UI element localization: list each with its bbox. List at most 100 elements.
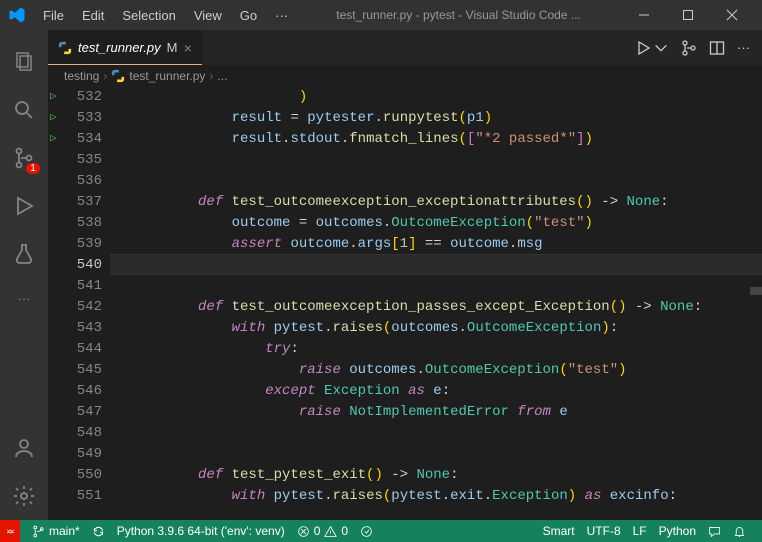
line-number: 546	[68, 381, 102, 402]
menu-file[interactable]: File	[36, 4, 71, 27]
breadcrumb-more[interactable]: ...	[217, 69, 227, 83]
language-status[interactable]: Python	[653, 524, 702, 538]
line-number: 537	[68, 192, 102, 213]
settings-gear-icon[interactable]	[0, 472, 48, 520]
run-test-glyph[interactable]: ▷	[50, 108, 68, 129]
code-line[interactable]	[110, 423, 762, 444]
code-line[interactable]	[110, 150, 762, 171]
line-number: 545	[68, 360, 102, 381]
remote-button[interactable]	[0, 520, 20, 542]
editor-code[interactable]: ▷▷▷ 532533534535536537538539540541542543…	[48, 87, 762, 520]
spaces-status[interactable]: Smart	[537, 524, 581, 538]
line-number: 539	[68, 234, 102, 255]
chevron-icon: ›	[103, 69, 107, 83]
line-number: 548	[68, 423, 102, 444]
menu-selection[interactable]: Selection	[115, 4, 182, 27]
line-number: 541	[68, 276, 102, 297]
python-file-icon	[58, 41, 72, 55]
code-line[interactable]	[110, 276, 762, 297]
breadcrumbs[interactable]: testing › test_runner.py › ...	[48, 65, 762, 87]
code-line[interactable]: assert outcome.args[1] == outcome.msg	[110, 234, 762, 255]
editor-area: test_runner.py M × ··· testing › test_ru…	[48, 30, 762, 520]
code-line[interactable]	[110, 444, 762, 465]
code-line[interactable]: try:	[110, 339, 762, 360]
tab-modified-indicator: M	[167, 40, 178, 55]
python-file-icon	[111, 69, 125, 83]
line-number: 543	[68, 318, 102, 339]
run-test-glyph[interactable]: ▷	[50, 129, 68, 150]
code-line[interactable]	[110, 254, 762, 275]
source-control-icon[interactable]: 1	[0, 134, 48, 182]
line-number: 540	[68, 255, 102, 276]
python-interpreter[interactable]: Python 3.9.6 64-bit ('env': venv)	[111, 524, 291, 538]
code-line[interactable]: def test_pytest_exit() -> None:	[110, 465, 762, 486]
close-button[interactable]	[710, 0, 754, 30]
vscode-icon	[8, 6, 26, 24]
run-debug-icon[interactable]	[0, 182, 48, 230]
code-line[interactable]: raise outcomes.OutcomeException("test")	[110, 360, 762, 381]
line-number: 550	[68, 465, 102, 486]
tab-test-runner[interactable]: test_runner.py M ×	[48, 30, 202, 65]
tab-close-icon[interactable]: ×	[183, 40, 191, 56]
more-actions-icon[interactable]: ···	[737, 40, 750, 55]
window-title: test_runner.py - pytest - Visual Studio …	[295, 8, 622, 22]
encoding-status[interactable]: UTF-8	[581, 524, 627, 538]
search-icon[interactable]	[0, 86, 48, 134]
testing-icon[interactable]	[0, 230, 48, 278]
code-line[interactable]: )	[110, 87, 762, 108]
line-number: 534	[68, 129, 102, 150]
branch-status[interactable]: main*	[26, 524, 86, 538]
line-number: 542	[68, 297, 102, 318]
line-number: 532	[68, 87, 102, 108]
line-number: 544	[68, 339, 102, 360]
sync-status[interactable]	[86, 525, 111, 538]
editor-actions: ···	[635, 30, 762, 65]
code-line[interactable]: with pytest.raises(pytest.exit.Exception…	[110, 486, 762, 507]
menu-go[interactable]: Go	[233, 4, 264, 27]
chevron-icon: ›	[209, 69, 213, 83]
line-number: 549	[68, 444, 102, 465]
breadcrumb-file[interactable]: test_runner.py	[129, 69, 205, 83]
scm-badge: 1	[26, 163, 40, 174]
scrollbar[interactable]	[750, 287, 762, 295]
accounts-icon[interactable]	[0, 424, 48, 472]
breadcrumb-folder[interactable]: testing	[64, 69, 99, 83]
feedback-icon[interactable]	[702, 525, 727, 538]
split-editor-icon[interactable]	[709, 40, 725, 56]
line-number: 538	[68, 213, 102, 234]
overflow-icon[interactable]: ···	[0, 278, 48, 318]
run-file-button[interactable]	[635, 40, 669, 56]
tab-bar: test_runner.py M × ···	[48, 30, 762, 65]
line-number: 547	[68, 402, 102, 423]
line-number: 535	[68, 150, 102, 171]
status-bar: main* Python 3.9.6 64-bit ('env': venv) …	[0, 520, 762, 542]
activity-bar: 1 ···	[0, 30, 48, 520]
eol-status[interactable]: LF	[627, 524, 653, 538]
line-number: 551	[68, 486, 102, 507]
run-test-glyph[interactable]: ▷	[50, 87, 68, 108]
tab-filename: test_runner.py	[78, 40, 161, 55]
code-line[interactable]: raise NotImplementedError from e	[110, 402, 762, 423]
code-line[interactable]: result = pytester.runpytest(p1)	[110, 108, 762, 129]
line-number: 533	[68, 108, 102, 129]
code-line[interactable]	[110, 171, 762, 192]
code-line[interactable]: def test_outcomeexception_exceptionattri…	[110, 192, 762, 213]
code-line[interactable]: except Exception as e:	[110, 381, 762, 402]
code-line[interactable]: outcome = outcomes.OutcomeException("tes…	[110, 213, 762, 234]
bell-icon[interactable]	[727, 525, 752, 538]
code-line[interactable]: def test_outcomeexception_passes_except_…	[110, 297, 762, 318]
code-line[interactable]: with pytest.raises(outcomes.OutcomeExcep…	[110, 318, 762, 339]
title-bar: File Edit Selection View Go ··· test_run…	[0, 0, 762, 30]
code-line[interactable]: result.stdout.fnmatch_lines(["*2 passed*…	[110, 129, 762, 150]
liveshare-icon[interactable]	[354, 525, 379, 538]
menu-view[interactable]: View	[187, 4, 229, 27]
menu-bar: File Edit Selection View Go ···	[36, 4, 295, 27]
explorer-icon[interactable]	[0, 38, 48, 86]
diff-icon[interactable]	[681, 40, 697, 56]
minimize-button[interactable]	[622, 0, 666, 30]
problems-status[interactable]: 0 0	[291, 524, 354, 538]
line-number: 536	[68, 171, 102, 192]
menu-more[interactable]: ···	[268, 4, 295, 27]
maximize-button[interactable]	[666, 0, 710, 30]
menu-edit[interactable]: Edit	[75, 4, 111, 27]
